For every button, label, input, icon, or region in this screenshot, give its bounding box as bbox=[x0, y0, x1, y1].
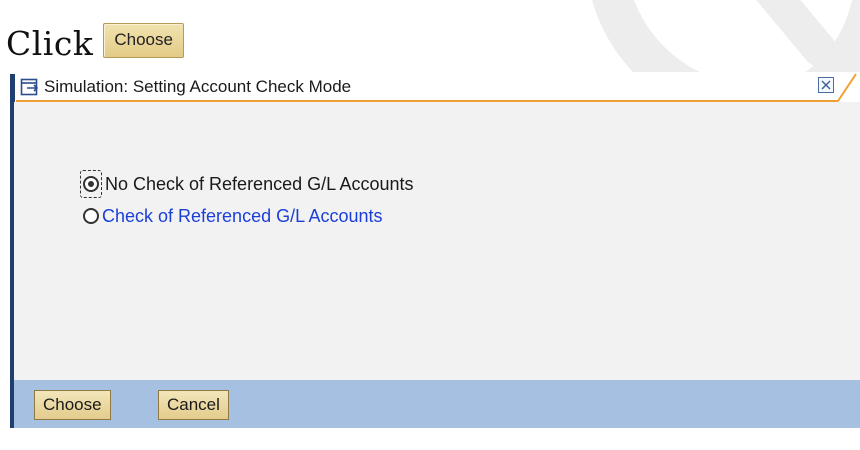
option-check-label[interactable]: Check of Referenced G/L Accounts bbox=[102, 205, 383, 227]
title-left-accent bbox=[10, 74, 15, 102]
instruction-text: Click bbox=[6, 24, 94, 63]
dialog-title-bar: Simulation: Setting Account Check Mode bbox=[10, 72, 860, 102]
inline-choose-button[interactable]: Choose bbox=[103, 23, 184, 58]
option-no-check-label[interactable]: No Check of Referenced G/L Accounts bbox=[105, 173, 414, 195]
title-accent-corner bbox=[837, 73, 857, 102]
option-check[interactable]: Check of Referenced G/L Accounts bbox=[80, 202, 383, 230]
focus-indicator bbox=[80, 170, 102, 198]
dialog-window-icon bbox=[20, 78, 39, 96]
dialog-footer: Choose Cancel bbox=[10, 380, 860, 428]
radio-no-check[interactable] bbox=[83, 176, 99, 192]
radio-check[interactable] bbox=[83, 208, 99, 224]
dialog-title: Simulation: Setting Account Check Mode bbox=[44, 77, 352, 96]
close-button[interactable] bbox=[818, 77, 834, 93]
dialog-body: No Check of Referenced G/L Accounts Chec… bbox=[10, 102, 860, 380]
radio-wrapper bbox=[80, 208, 99, 224]
option-no-check[interactable]: No Check of Referenced G/L Accounts bbox=[80, 170, 414, 198]
choose-button[interactable]: Choose bbox=[34, 390, 111, 420]
page: Click Choose Simulation: Setting Account… bbox=[0, 0, 860, 450]
cancel-button[interactable]: Cancel bbox=[158, 390, 229, 420]
instruction-line: Click Choose bbox=[6, 14, 184, 64]
close-icon bbox=[821, 80, 831, 90]
account-check-dialog: Simulation: Setting Account Check Mode N… bbox=[10, 72, 860, 450]
